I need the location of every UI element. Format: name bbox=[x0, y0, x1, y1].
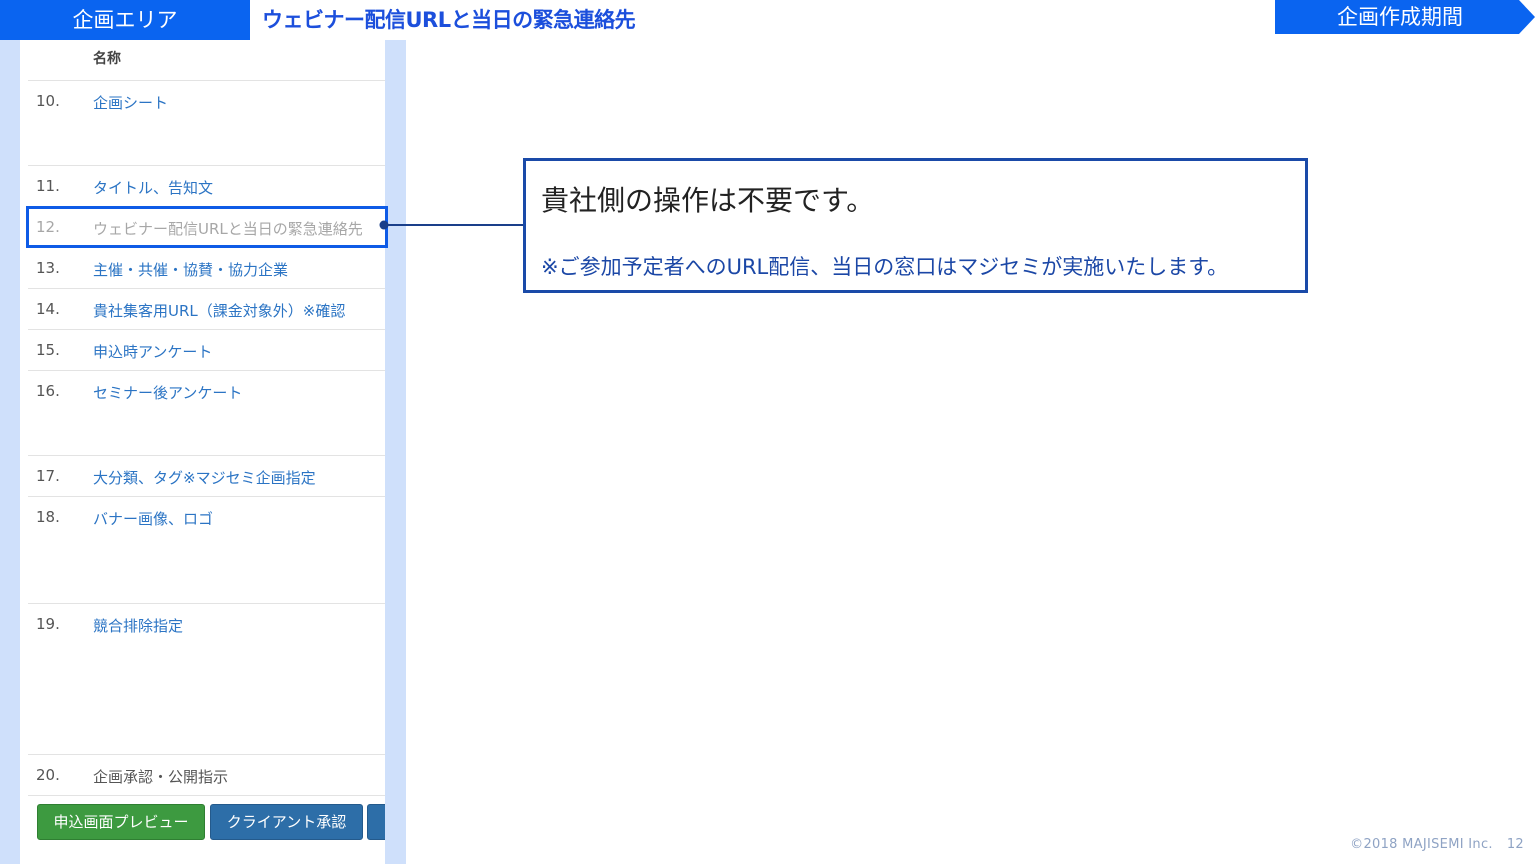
client-approval-button[interactable]: クライアント承認 bbox=[210, 804, 363, 840]
callout-box: 貴社側の操作は不要です。 ※ご参加予定者へのURL配信、当日の窓口はマジセミが実… bbox=[523, 158, 1308, 293]
row-link[interactable]: 競合排除指定 bbox=[93, 615, 183, 636]
row-number: 13. bbox=[36, 259, 60, 277]
row-link[interactable]: 主催・共催・協賛・協力企業 bbox=[93, 259, 288, 280]
selected-row-highlight bbox=[26, 206, 388, 248]
copyright-text: ©2018 MAJISEMI Inc. bbox=[1350, 837, 1493, 852]
period-tag: 企画作成期間 bbox=[1275, 0, 1535, 34]
row-link[interactable]: 企画シート bbox=[93, 92, 168, 113]
callout-heading: 貴社側の操作は不要です。 bbox=[541, 184, 875, 217]
table-row[interactable]: 17. 大分類、タグ※マジセミ企画指定 bbox=[28, 456, 385, 497]
table-row[interactable]: 11. タイトル、告知文 bbox=[28, 166, 385, 207]
table-row[interactable]: 14. 貴社集客用URL（課金対象外）※確認 bbox=[28, 289, 385, 330]
row-number: 18. bbox=[36, 508, 60, 526]
table-row[interactable]: 13. 主催・共催・協賛・協力企業 bbox=[28, 248, 385, 289]
row-link[interactable]: 申込時アンケート bbox=[93, 341, 212, 362]
table-row[interactable]: 18. バナー画像、ロゴ bbox=[28, 497, 385, 604]
callout-connector bbox=[379, 220, 526, 230]
row-number: 11. bbox=[36, 177, 60, 195]
column-header-name: 名称 bbox=[93, 51, 121, 67]
row-number: 20. bbox=[36, 766, 60, 784]
page-number: 12 bbox=[1506, 837, 1524, 852]
table-row[interactable]: 10. 企画シート bbox=[28, 81, 385, 166]
preview-button[interactable]: 申込画面プレビュー bbox=[37, 804, 205, 840]
callout-note: ※ご参加予定者へのURL配信、当日の窓口はマジセミが実施いたします。 bbox=[541, 255, 1229, 279]
table-row: 20. 企画承認・公開指示 bbox=[28, 755, 385, 796]
row-number: 16. bbox=[36, 382, 60, 400]
period-label: 企画作成期間 bbox=[1337, 5, 1463, 29]
row-number: 19. bbox=[36, 615, 60, 633]
area-label: 企画エリア bbox=[0, 0, 250, 40]
table-row[interactable]: 15. 申込時アンケート bbox=[28, 330, 385, 371]
row-link[interactable]: セミナー後アンケート bbox=[93, 382, 242, 403]
column-header: 名称 bbox=[28, 40, 385, 81]
row-number: 17. bbox=[36, 467, 60, 485]
row-link[interactable]: バナー画像、ロゴ bbox=[93, 508, 213, 529]
row-label: 企画承認・公開指示 bbox=[93, 768, 229, 786]
page-title: ウェビナー配信URLと当日の緊急連絡先 bbox=[262, 8, 636, 32]
item-list-panel: 名称 10. 企画シート 11. タイトル、告知文 12. ウェビナー配信URL… bbox=[20, 40, 385, 864]
footer: ©2018 MAJISEMI Inc. 12 bbox=[1350, 837, 1524, 852]
row-number: 10. bbox=[36, 92, 60, 110]
table-row[interactable]: 19. 競合排除指定 bbox=[28, 604, 385, 755]
row-link[interactable]: 大分類、タグ※マジセミ企画指定 bbox=[93, 467, 316, 488]
row-link[interactable]: 貴社集客用URL（課金対象外）※確認 bbox=[93, 300, 345, 321]
row-number: 15. bbox=[36, 341, 60, 359]
table-row[interactable]: 16. セミナー後アンケート bbox=[28, 371, 385, 456]
truncated-button[interactable] bbox=[367, 804, 385, 840]
row-number: 14. bbox=[36, 300, 60, 318]
row-link[interactable]: タイトル、告知文 bbox=[93, 177, 213, 198]
